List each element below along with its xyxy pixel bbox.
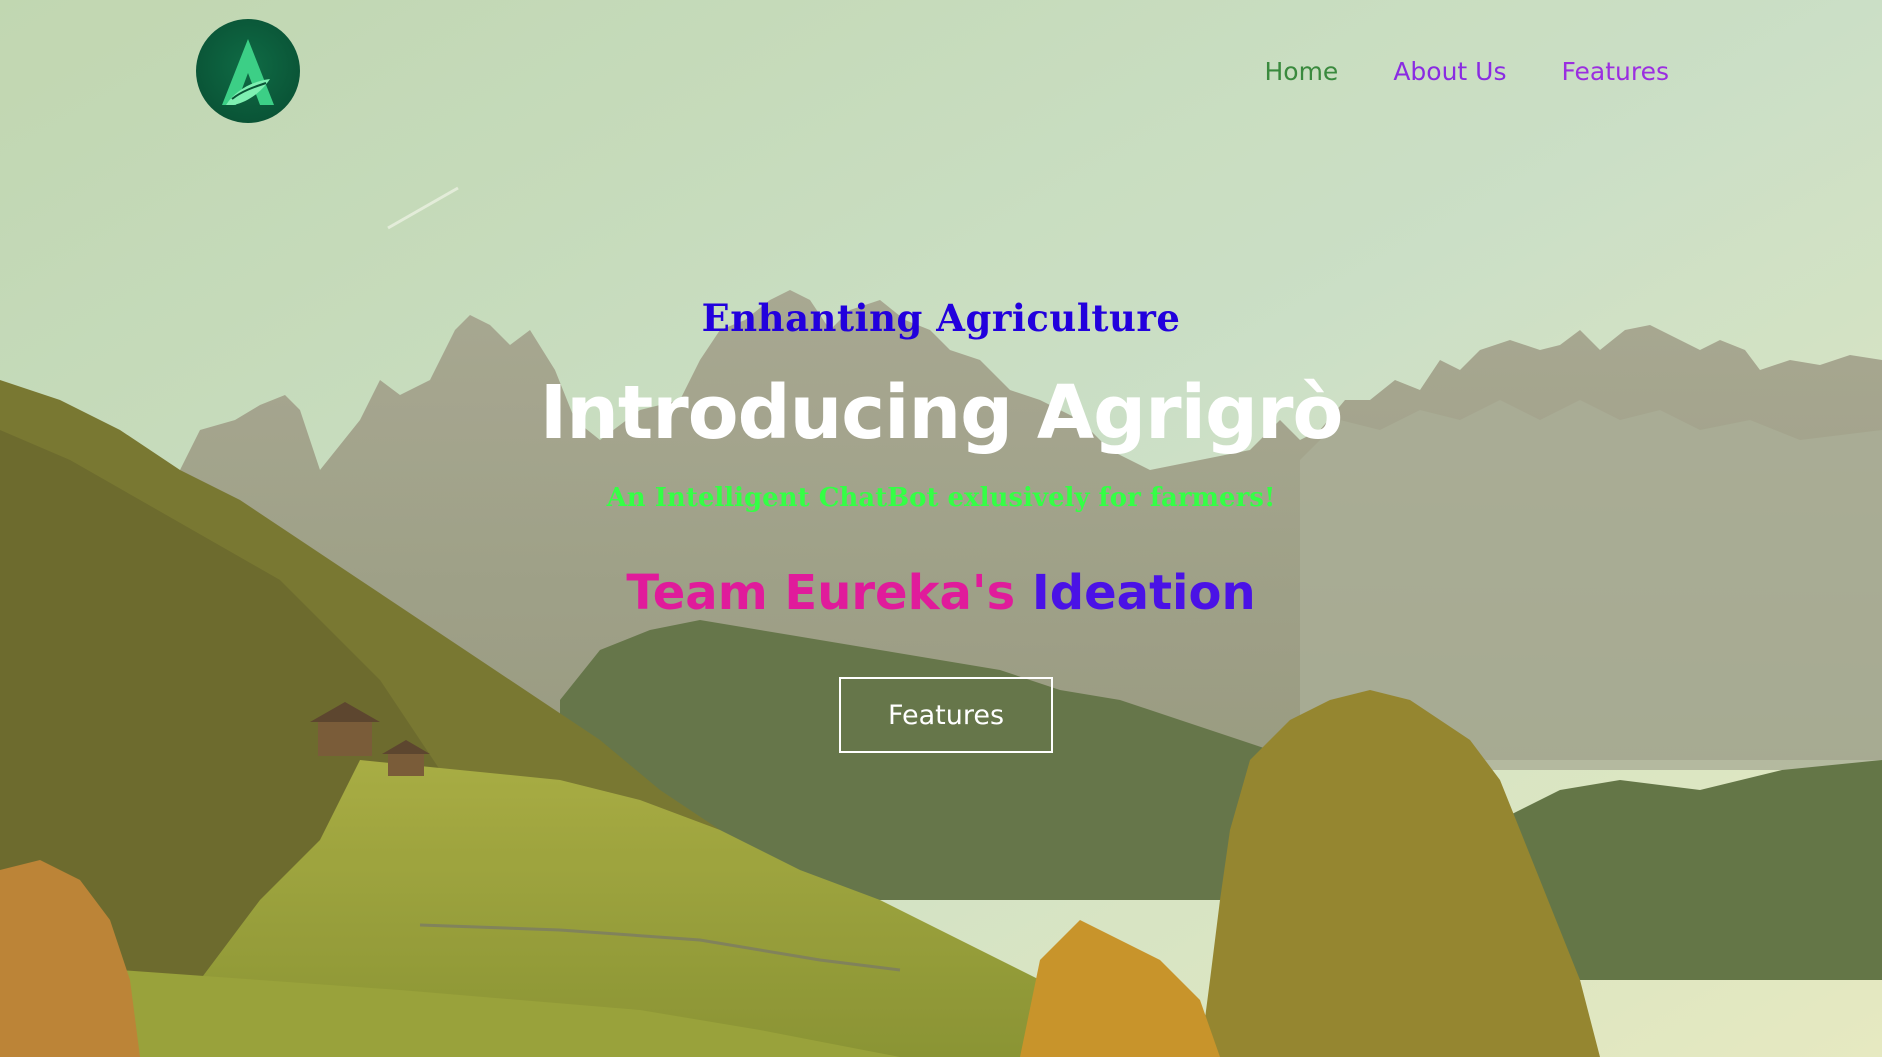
team-credit: Team Eureka's Ideation xyxy=(0,565,1882,621)
hero-section: Home About Us Features Enhanting Agricul… xyxy=(0,0,1882,1057)
team-ideation: Ideation xyxy=(1031,565,1256,621)
hero-headline: Introducing Agrigrò xyxy=(539,370,1344,456)
team-name: Team Eureka's xyxy=(626,565,1016,621)
nav-home-link[interactable]: Home xyxy=(1264,52,1338,92)
main-nav: Home About Us Features xyxy=(1264,52,1669,92)
hero-eyebrow: Enhanting Agriculture xyxy=(701,296,1181,340)
top-navbar: Home About Us Features xyxy=(0,0,1882,145)
features-cta-button[interactable]: Features xyxy=(839,677,1053,753)
nav-features-link[interactable]: Features xyxy=(1562,52,1670,92)
leaf-mountain-logo-icon xyxy=(222,39,274,105)
nav-about-us-link[interactable]: About Us xyxy=(1393,52,1506,92)
hero-tagline: An Intelligent ChatBot exlusively for fa… xyxy=(606,483,1276,513)
agrigro-logo[interactable] xyxy=(196,19,300,123)
mountain-landscape-background xyxy=(0,0,1882,1057)
cta-container: Features xyxy=(839,677,1053,753)
